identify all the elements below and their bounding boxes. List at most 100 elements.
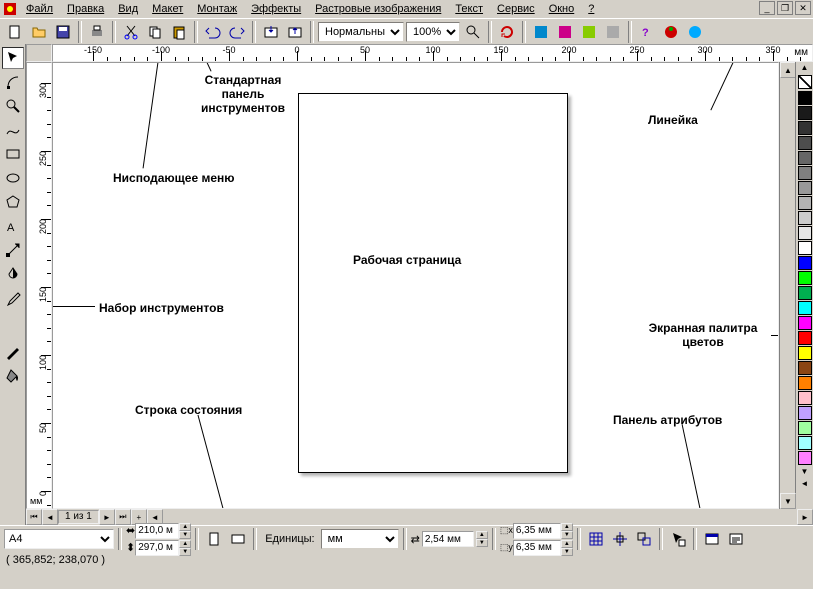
menu-file[interactable]: Файл xyxy=(20,1,59,17)
shape-tool[interactable] xyxy=(2,71,24,93)
width-up[interactable]: ▲ xyxy=(179,523,191,531)
copy-button[interactable] xyxy=(144,21,166,43)
swatch[interactable] xyxy=(798,151,812,165)
open-button[interactable] xyxy=(28,21,50,43)
options-button[interactable] xyxy=(667,528,689,550)
dialog-2-button[interactable] xyxy=(725,528,747,550)
interactive-transparency-tool[interactable] xyxy=(2,263,24,285)
swatch[interactable] xyxy=(798,241,812,255)
rectangle-tool[interactable] xyxy=(2,143,24,165)
print-button[interactable] xyxy=(86,21,108,43)
swatch[interactable] xyxy=(798,346,812,360)
nudge-up[interactable]: ▲ xyxy=(476,531,488,539)
height-down[interactable]: ▼ xyxy=(179,548,191,556)
pick-tool[interactable] xyxy=(2,47,24,69)
menu-text[interactable]: Текст xyxy=(449,1,489,17)
swatch[interactable] xyxy=(798,91,812,105)
units-select[interactable]: мм xyxy=(321,529,399,549)
swatch[interactable] xyxy=(798,211,812,225)
palette-flyout-button[interactable]: ◄ xyxy=(798,479,812,489)
menu-view[interactable]: Вид xyxy=(112,1,144,17)
text-tool[interactable]: A xyxy=(2,215,24,237)
help-button[interactable]: ? xyxy=(636,21,658,43)
zoom-select[interactable]: 100% xyxy=(406,22,460,42)
snap-objects-button[interactable] xyxy=(633,528,655,550)
menu-tools[interactable]: Сервис xyxy=(491,1,541,17)
menu-help[interactable]: ? xyxy=(582,1,600,17)
swatch[interactable] xyxy=(798,451,812,465)
new-button[interactable] xyxy=(4,21,26,43)
dupx-down[interactable]: ▼ xyxy=(561,531,573,539)
cut-button[interactable] xyxy=(120,21,142,43)
scrollbar-vertical[interactable]: ▲ ▼ xyxy=(779,62,795,509)
swatch-none[interactable] xyxy=(798,75,812,89)
swatch[interactable] xyxy=(798,361,812,375)
menu-window[interactable]: Окно xyxy=(543,1,581,17)
swatch[interactable] xyxy=(798,436,812,450)
menu-layout[interactable]: Макет xyxy=(146,1,189,17)
swatch[interactable] xyxy=(798,406,812,420)
scroll-right-button[interactable]: ► xyxy=(797,509,813,525)
freehand-tool[interactable] xyxy=(2,119,24,141)
dialog-1-button[interactable] xyxy=(701,528,723,550)
dup-x-input[interactable] xyxy=(513,523,561,539)
page-prev-button[interactable]: ◄ xyxy=(42,509,58,525)
swatch[interactable] xyxy=(798,376,812,390)
fill-tool[interactable] xyxy=(2,365,24,387)
canvas[interactable]: Рабочая страница Стандартная панель инст… xyxy=(52,62,779,509)
menu-effects[interactable]: Эффекты xyxy=(245,1,307,17)
snap-guides-button[interactable] xyxy=(609,528,631,550)
swatch[interactable] xyxy=(798,331,812,345)
import-button[interactable] xyxy=(260,21,282,43)
nudge-input[interactable] xyxy=(422,531,474,547)
swatch[interactable] xyxy=(798,121,812,135)
swatch[interactable] xyxy=(798,391,812,405)
dupy-down[interactable]: ▼ xyxy=(561,548,573,556)
menu-edit[interactable]: Правка xyxy=(61,1,110,17)
ruler-horizontal[interactable]: мм -150-100-50050100150200250300350 xyxy=(52,44,813,62)
swatch[interactable] xyxy=(798,421,812,435)
web-button[interactable] xyxy=(684,21,706,43)
swatch[interactable] xyxy=(798,226,812,240)
swatch[interactable] xyxy=(798,301,812,315)
palette-down-button[interactable]: ▼ xyxy=(798,467,812,477)
view-mode-select[interactable]: Нормальный xyxy=(318,22,404,42)
nudge-down[interactable]: ▼ xyxy=(476,539,488,547)
portrait-button[interactable] xyxy=(203,528,225,550)
polygon-tool[interactable] xyxy=(2,191,24,213)
swatch[interactable] xyxy=(798,286,812,300)
ruler-origin[interactable] xyxy=(26,44,52,62)
dupx-up[interactable]: ▲ xyxy=(561,523,573,531)
app-launcher-3[interactable] xyxy=(578,21,600,43)
palette-up-button[interactable]: ▲ xyxy=(798,63,812,73)
swatch[interactable] xyxy=(798,166,812,180)
app-launcher-2[interactable] xyxy=(554,21,576,43)
zoom-button[interactable] xyxy=(462,21,484,43)
zoom-tool[interactable] xyxy=(2,95,24,117)
restore-button[interactable]: ❐ xyxy=(777,1,793,15)
swatch[interactable] xyxy=(798,256,812,270)
eyedropper-tool[interactable] xyxy=(2,287,24,309)
swatch[interactable] xyxy=(798,106,812,120)
interactive-fill-tool[interactable] xyxy=(2,239,24,261)
dup-y-input[interactable] xyxy=(513,540,561,556)
outline-tool[interactable] xyxy=(2,341,24,363)
paper-size-select[interactable]: A4 xyxy=(4,529,114,549)
minimize-button[interactable]: _ xyxy=(759,1,775,15)
page-first-button[interactable]: ⏮ xyxy=(26,509,42,525)
scroll-down-button[interactable]: ▼ xyxy=(780,493,796,509)
swatch[interactable] xyxy=(798,316,812,330)
snap-grid-button[interactable] xyxy=(585,528,607,550)
scroll-up-button[interactable]: ▲ xyxy=(780,62,796,78)
close-button[interactable]: ✕ xyxy=(795,1,811,15)
swatch[interactable] xyxy=(798,136,812,150)
swatch[interactable] xyxy=(798,181,812,195)
ruler-vertical[interactable]: мм 300250200150100500 xyxy=(26,62,52,509)
app-launcher-4[interactable] xyxy=(602,21,624,43)
save-button[interactable] xyxy=(52,21,74,43)
width-down[interactable]: ▼ xyxy=(179,531,191,539)
app-launcher-1[interactable] xyxy=(530,21,552,43)
menu-bitmaps[interactable]: Растровые изображения xyxy=(309,1,447,17)
page-width-input[interactable] xyxy=(135,523,179,539)
page-next-button[interactable]: ► xyxy=(99,509,115,525)
